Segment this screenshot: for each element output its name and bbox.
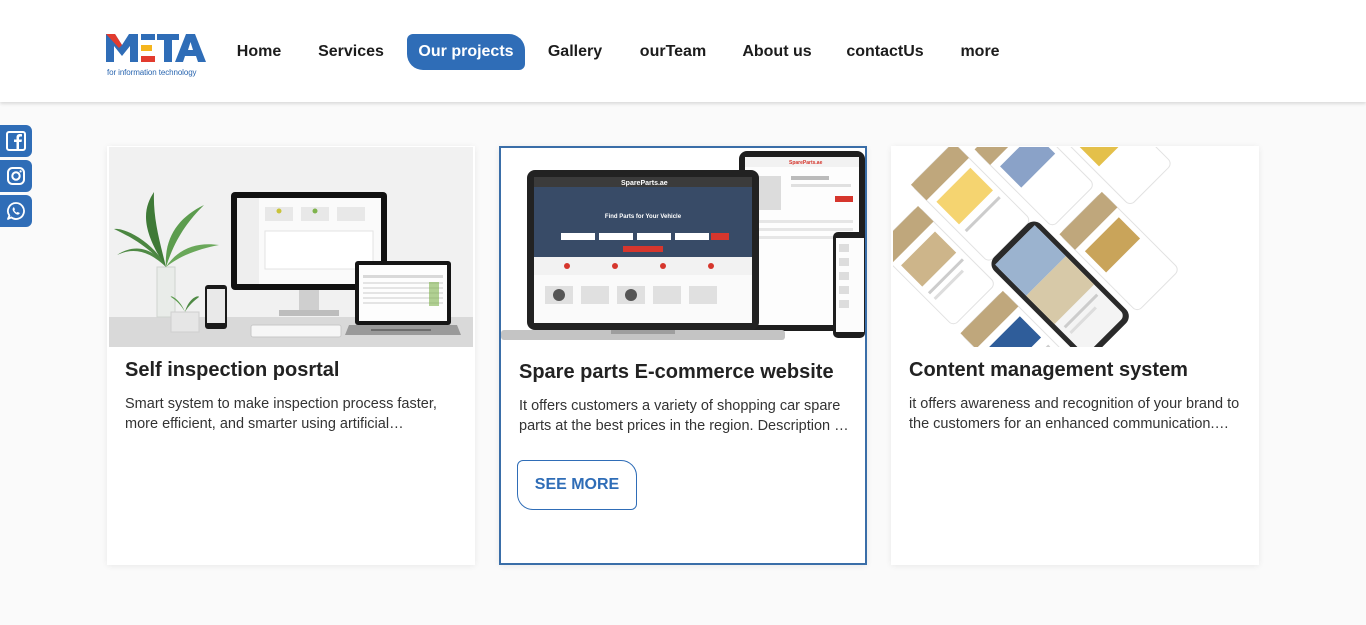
project-image-desktop-mockup [109,147,473,347]
meta-logo-wordmark [106,34,206,62]
whatsapp-icon [7,202,25,220]
laptop-brand: SpareParts.ae [621,180,668,187]
see-more-button[interactable]: SEE MORE [517,460,637,510]
facebook-button[interactable] [0,125,32,157]
whatsapp-button[interactable] [0,195,32,227]
nav-more[interactable]: more [954,34,1006,70]
nav-about-us[interactable]: About us [737,34,817,70]
tablet-brand: SpareParts.ae [789,160,823,166]
logo-tagline: for information technology [107,68,197,77]
project-card[interactable]: Self inspection posrtal Smart system to … [107,146,475,565]
site-header: for information technology Home Services… [0,0,1366,102]
social-sidebar [0,125,32,230]
project-description: Smart system to make inspection process … [125,396,437,432]
instagram-icon [7,167,25,185]
project-card[interactable]: SpareParts.ae SpareParts.ae Find Parts f… [499,146,867,565]
project-description: It offers customers a variety of shoppin… [519,398,841,434]
meta-logo[interactable]: for information technology [106,32,206,80]
nav-our-team[interactable]: ourTeam [633,34,713,70]
project-image-spareparts-mockup: SpareParts.ae SpareParts.ae Find Parts f… [501,148,865,348]
laptop-heading: Find Parts for Your Vehicle [605,214,682,220]
instagram-button[interactable] [0,160,32,192]
project-title: Spare parts E-commerce website [519,361,834,383]
project-title: Content management system [909,359,1188,381]
nav-home[interactable]: Home [229,34,289,70]
project-title: Self inspection posrtal [125,359,340,381]
nav-our-projects[interactable]: Our projects [407,34,525,70]
project-card[interactable]: Content management system it offers awar… [891,146,1259,565]
nav-services[interactable]: Services [312,34,390,70]
nav-gallery[interactable]: Gallery [542,34,608,70]
project-image-mobile-screens-mockup [893,147,1257,347]
facebook-icon [6,131,26,151]
nav-contact-us[interactable]: contactUs [841,34,929,70]
project-description: it offers awareness and recognition of y… [909,396,1240,432]
